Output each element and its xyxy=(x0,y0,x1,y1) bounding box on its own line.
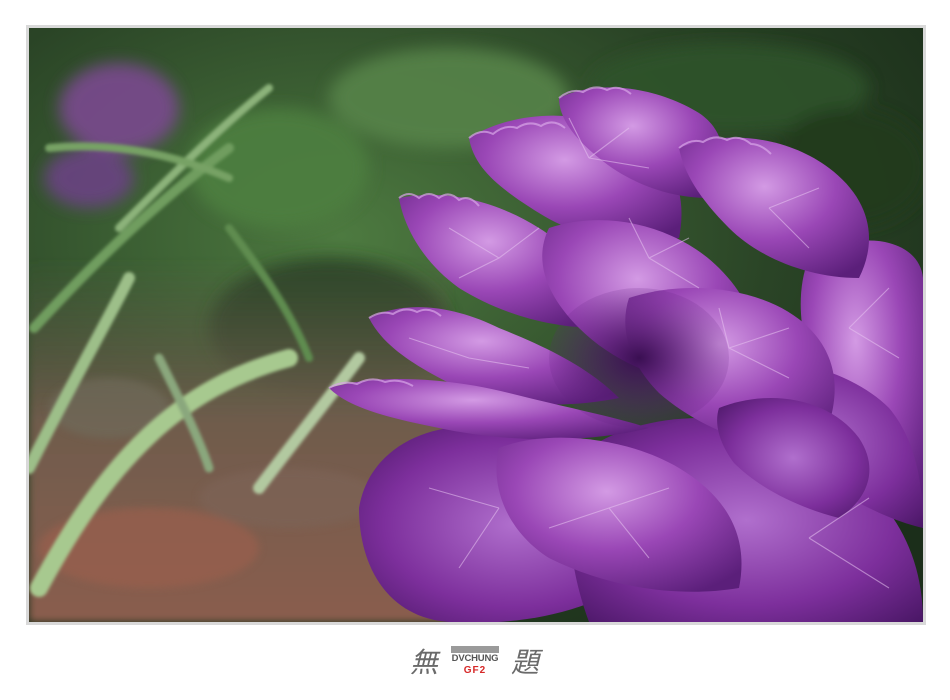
logo-name: DVCHUNG xyxy=(451,653,499,664)
photographer-logo: DVCHUNG GF2 xyxy=(451,643,499,679)
signature-bar: 無 DVCHUNG GF2 題 xyxy=(0,640,950,682)
logo-bar xyxy=(451,646,499,653)
photo-frame xyxy=(26,25,926,625)
title-glyph-left: 無 xyxy=(409,646,439,679)
photo-ornamental-cabbage xyxy=(29,28,923,622)
title-glyph-right: 題 xyxy=(511,646,541,679)
logo-tag: GF2 xyxy=(463,665,487,676)
